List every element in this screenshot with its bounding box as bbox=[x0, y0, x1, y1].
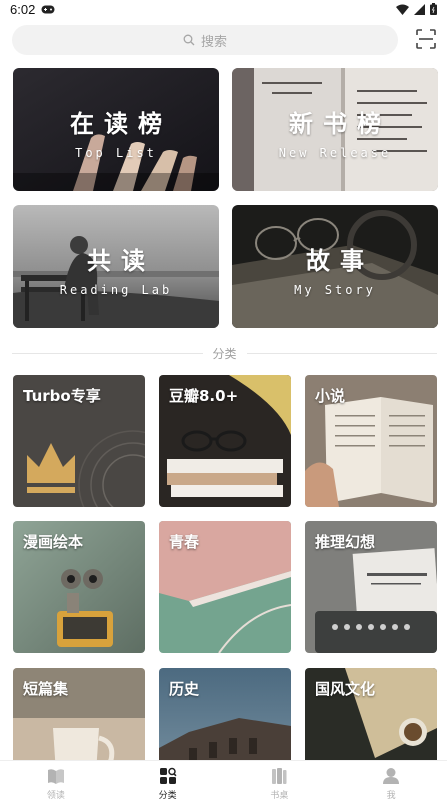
search-input[interactable]: 搜索 bbox=[12, 25, 398, 55]
feature-card-new-release[interactable]: 新书榜 New Release bbox=[232, 68, 438, 191]
tab-label: 我 bbox=[386, 790, 396, 801]
category-turbo[interactable]: Turbo专享 bbox=[13, 375, 145, 507]
book-icon bbox=[47, 768, 64, 784]
feature-subtitle: New Release bbox=[278, 146, 392, 160]
category-novel[interactable]: 小说 bbox=[305, 375, 437, 507]
wifi-icon bbox=[396, 4, 409, 15]
feature-title: 故事 bbox=[306, 247, 374, 275]
tab-label: 书桌 bbox=[270, 790, 289, 801]
tab-bookshelf[interactable]: 书桌 bbox=[224, 761, 336, 806]
category-label: 小说 bbox=[315, 387, 346, 405]
feature-title: 新书榜 bbox=[289, 110, 391, 138]
tab-lead-reading[interactable]: 领读 bbox=[0, 761, 112, 806]
category-label: 短篇集 bbox=[23, 680, 69, 698]
bottom-tab-bar: 领读 分类 书桌 我 bbox=[0, 760, 447, 806]
battery-icon bbox=[430, 3, 437, 15]
category-grid-icon bbox=[159, 767, 177, 784]
search-placeholder: 搜索 bbox=[200, 34, 227, 50]
tab-label: 领读 bbox=[46, 790, 65, 801]
category-mystery[interactable]: 推理幻想 bbox=[305, 521, 437, 653]
section-label: 分类 bbox=[212, 346, 237, 361]
feature-card-my-story[interactable]: 故事 My Story bbox=[232, 205, 438, 328]
category-comic[interactable]: 漫画绘本 bbox=[13, 521, 145, 653]
category-label: 推理幻想 bbox=[315, 533, 376, 551]
feature-card-reading-lab[interactable]: 共读 Reading Lab bbox=[13, 205, 219, 328]
category-label: 豆瓣8.0+ bbox=[169, 387, 239, 405]
tab-me[interactable]: 我 bbox=[335, 761, 447, 806]
category-section-header: 分类 bbox=[12, 344, 438, 362]
divider-line bbox=[12, 352, 203, 354]
signal-icon bbox=[414, 3, 425, 15]
divider-line bbox=[246, 352, 438, 354]
status-time: 6:02 bbox=[10, 1, 36, 17]
person-icon bbox=[383, 767, 400, 784]
category-douban[interactable]: 豆瓣8.0+ bbox=[159, 375, 291, 507]
feature-card-top-list[interactable]: 在读榜 Top List bbox=[13, 68, 219, 191]
feature-subtitle: Top List bbox=[75, 146, 157, 160]
feature-subtitle: Reading Lab bbox=[59, 283, 173, 297]
tab-category[interactable]: 分类 bbox=[112, 761, 224, 806]
category-label: 漫画绘本 bbox=[23, 533, 84, 551]
category-label: 历史 bbox=[169, 680, 200, 698]
bookshelf-icon bbox=[272, 767, 287, 784]
feature-title: 在读榜 bbox=[70, 110, 172, 138]
tab-label: 分类 bbox=[158, 790, 177, 801]
category-youth[interactable]: 青春 bbox=[159, 521, 291, 653]
feature-title: 共读 bbox=[87, 247, 155, 275]
category-label: 青春 bbox=[169, 533, 200, 551]
search-icon bbox=[183, 34, 195, 46]
category-label: Turbo专享 bbox=[23, 387, 101, 405]
search-row: 搜索 bbox=[12, 25, 437, 55]
category-label: 国风文化 bbox=[315, 680, 376, 698]
feature-subtitle: My Story bbox=[294, 283, 376, 297]
gamepad-icon bbox=[41, 5, 55, 13]
scan-icon[interactable] bbox=[415, 28, 437, 50]
status-bar: 6:02 bbox=[0, 0, 447, 18]
